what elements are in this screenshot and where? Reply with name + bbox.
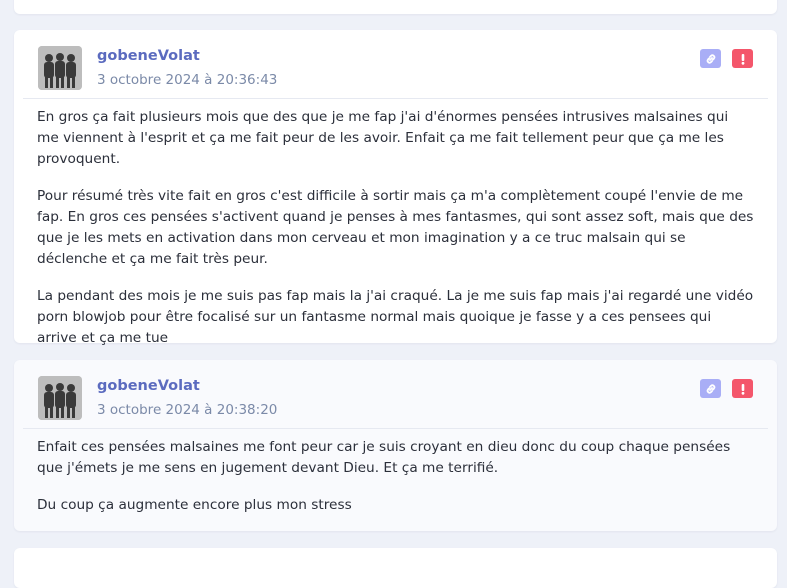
avatar[interactable] xyxy=(38,376,82,420)
permalink-button[interactable] xyxy=(700,379,721,398)
post-date: 3 octobre 2024 à 20:38:20 xyxy=(97,402,278,418)
post-paragraph: Enfait ces pensées malsaines me font peu… xyxy=(37,439,731,476)
forum-post: gobeneVolat 3 octobre 2024 à 20:36:43 En… xyxy=(14,30,777,346)
link-icon xyxy=(706,383,715,394)
exclamation-icon xyxy=(741,53,744,65)
post-header: gobeneVolat 3 octobre 2024 à 20:36:43 xyxy=(23,30,768,99)
post-header: gobeneVolat 3 octobre 2024 à 20:38:20 xyxy=(23,360,768,429)
permalink-button[interactable] xyxy=(700,49,721,68)
post-paragraph: La pendant des mois je me suis pas fap m… xyxy=(37,288,754,346)
post-date: 3 octobre 2024 à 20:36:43 xyxy=(97,72,278,88)
report-button[interactable] xyxy=(732,379,753,398)
forum-post: gobeneVolat 3 octobre 2024 à 20:38:20 En… xyxy=(14,360,777,531)
post-body: En gros ça fait plusieurs mois que des q… xyxy=(14,99,777,349)
post-paragraph: Pour résumé très vite fait en gros c'est… xyxy=(37,188,754,267)
avatar[interactable] xyxy=(38,46,82,90)
post-paragraph: En gros ça fait plusieurs mois que des q… xyxy=(37,109,729,167)
exclamation-icon xyxy=(741,383,744,395)
previous-post-card xyxy=(14,0,777,14)
link-icon xyxy=(706,53,715,64)
next-post-card xyxy=(14,548,777,588)
author-name[interactable]: gobeneVolat xyxy=(97,48,200,64)
report-button[interactable] xyxy=(732,49,753,68)
author-name[interactable]: gobeneVolat xyxy=(97,378,200,394)
post-paragraph: Du coup ça augmente encore plus mon stre… xyxy=(37,497,352,513)
post-body: Enfait ces pensées malsaines me font peu… xyxy=(14,429,777,516)
